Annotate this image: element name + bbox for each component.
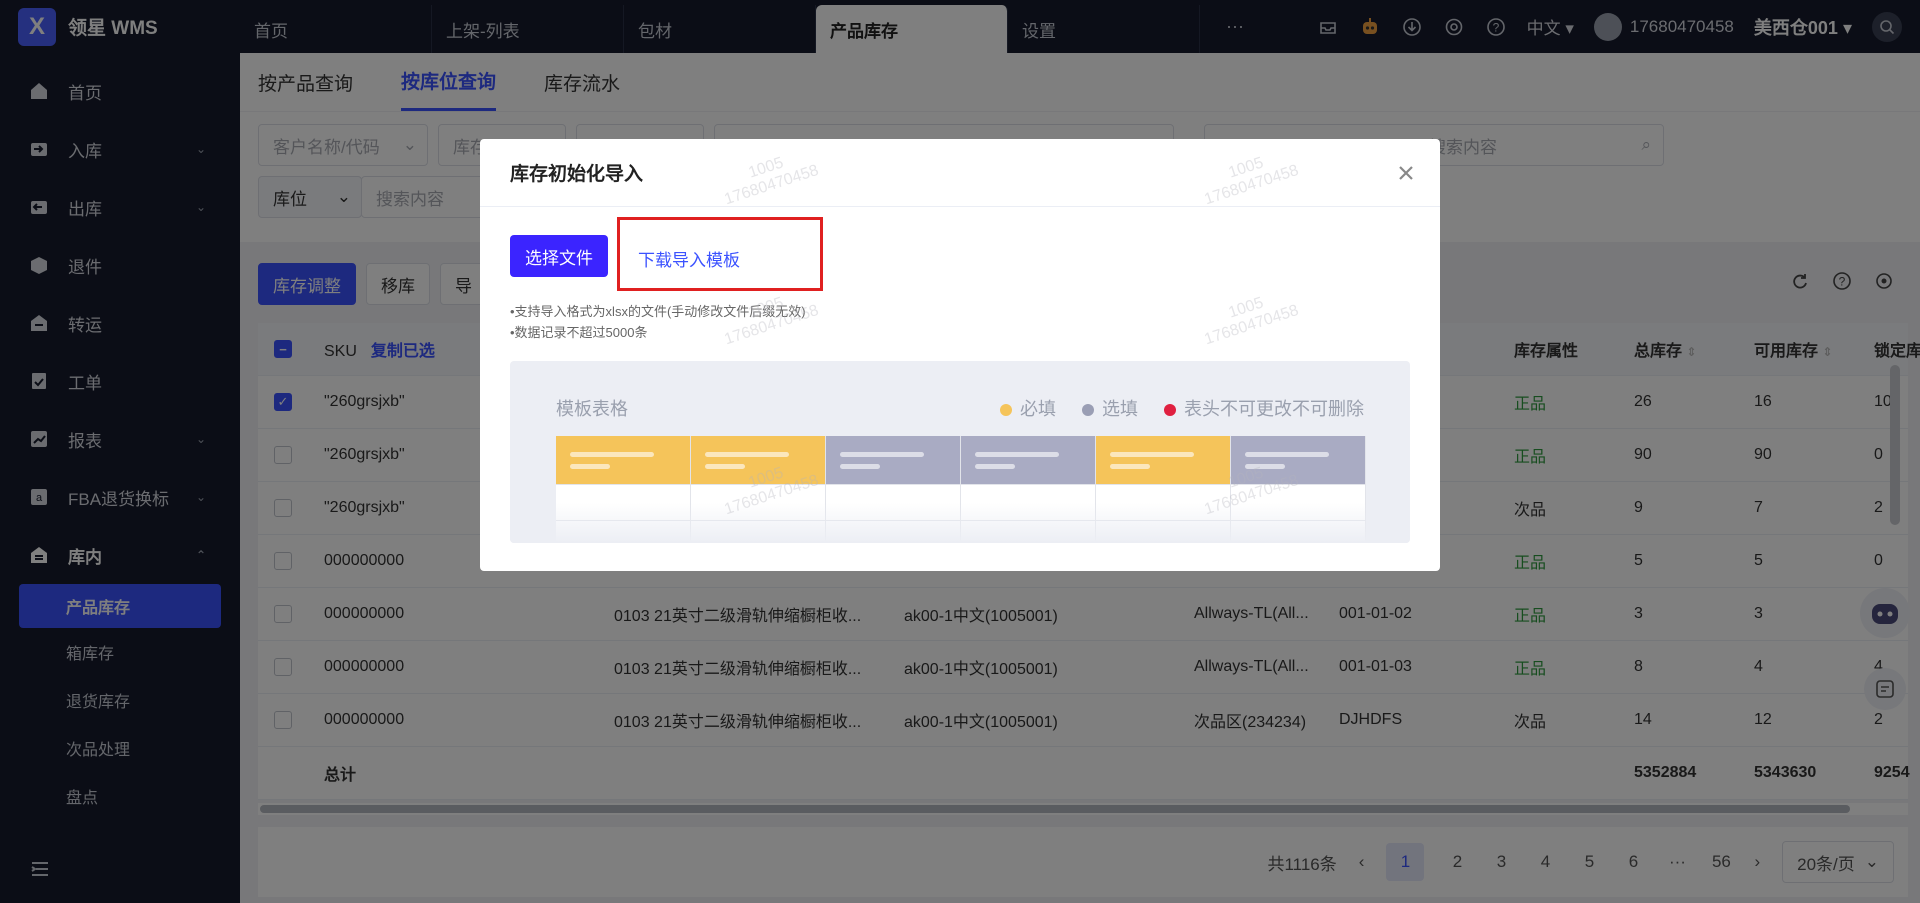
locked-dot-icon <box>1164 404 1176 417</box>
legend-optional-label: 选填 <box>1102 399 1138 419</box>
template-title: 模板表格 <box>556 399 628 419</box>
template-preview: 模板表格 必填 选填 表头不可更改不可删除 <box>510 361 1410 543</box>
template-column-header <box>826 436 960 484</box>
legend-locked-header: 表头不可更改不可删除 <box>1164 395 1364 421</box>
template-column-header <box>961 436 1095 484</box>
select-file-button[interactable]: 选择文件 <box>510 235 608 277</box>
template-column-header <box>556 436 690 484</box>
legend-optional: 选填 <box>1082 395 1138 421</box>
required-dot-icon <box>1000 404 1012 417</box>
legend-required: 必填 <box>1000 395 1056 421</box>
download-template-link[interactable]: 下载导入模板 <box>638 246 740 271</box>
close-icon[interactable] <box>1394 161 1418 185</box>
optional-dot-icon <box>1082 404 1094 417</box>
dialog-title: 库存初始化导入 <box>510 164 644 185</box>
watermark: 1005 17680470458 <box>717 285 821 349</box>
legend-required-label: 必填 <box>1020 399 1056 419</box>
limit-hint: •数据记录不超过5000条 <box>510 325 648 340</box>
watermark: 1005 17680470458 <box>1197 285 1301 349</box>
import-dialog: 库存初始化导入 选择文件 下载导入模板 •支持导入格式为xlsx的文件(手动修改… <box>480 139 1440 571</box>
template-legend: 必填 选填 表头不可更改不可删除 <box>1000 395 1364 421</box>
template-fade <box>510 503 1410 543</box>
legend-locked-label: 表头不可更改不可删除 <box>1184 399 1364 419</box>
template-column-header <box>1096 436 1230 484</box>
